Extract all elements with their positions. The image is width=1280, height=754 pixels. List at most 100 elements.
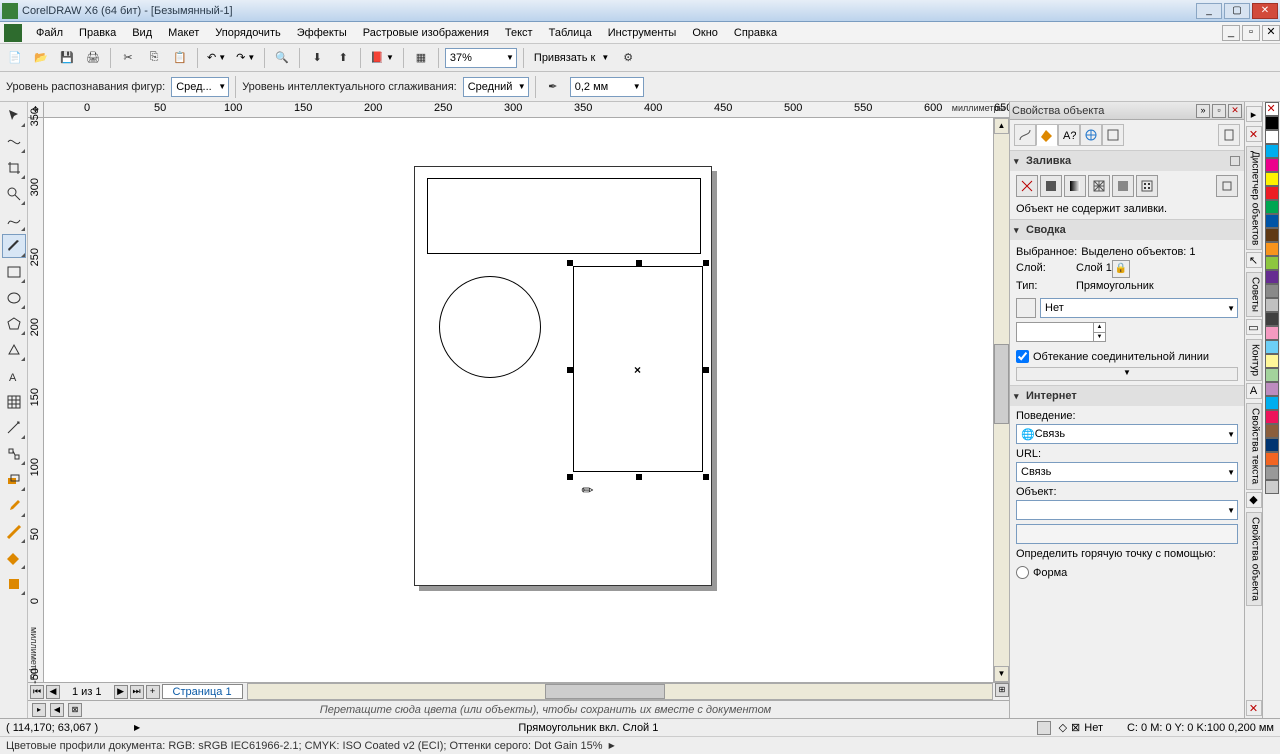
- pattern-fill-button[interactable]: [1088, 175, 1110, 197]
- redo-button[interactable]: ↷▼: [233, 47, 258, 69]
- menu-layout[interactable]: Макет: [160, 24, 207, 42]
- minimize-button[interactable]: _: [1196, 3, 1222, 19]
- last-page-button[interactable]: ⏭: [130, 685, 144, 699]
- freehand-tool[interactable]: [2, 208, 26, 232]
- zoom-level-combo[interactable]: 37%▼: [445, 48, 517, 68]
- options-button[interactable]: ⚙: [617, 47, 639, 69]
- docker-close-button[interactable]: ✕: [1228, 104, 1242, 118]
- vtab-hints[interactable]: Советы: [1246, 272, 1262, 317]
- frame-tab[interactable]: [1102, 124, 1124, 146]
- menu-tools[interactable]: Инструменты: [600, 24, 685, 42]
- doc-minimize-button[interactable]: _: [1222, 25, 1240, 41]
- close-button[interactable]: ✕: [1252, 3, 1278, 19]
- drawing-canvas[interactable]: × ✎: [44, 118, 993, 682]
- eyedropper-tool[interactable]: [2, 494, 26, 518]
- vtab-outline[interactable]: Контур: [1246, 339, 1262, 381]
- menu-edit[interactable]: Правка: [71, 24, 124, 42]
- crop-tool[interactable]: [2, 156, 26, 180]
- menu-bitmaps[interactable]: Растровые изображения: [355, 24, 497, 42]
- target-combo[interactable]: ▼: [1016, 500, 1238, 520]
- doc-restore-button[interactable]: ▫: [1242, 25, 1260, 41]
- pick-tool[interactable]: [2, 104, 26, 128]
- maximize-button[interactable]: ▢: [1224, 3, 1250, 19]
- color-swatch[interactable]: [1265, 480, 1279, 494]
- color-swatch[interactable]: [1265, 368, 1279, 382]
- connector-tool[interactable]: [2, 442, 26, 466]
- layer-lock-button[interactable]: 🔒: [1112, 260, 1130, 278]
- ellipse-tool[interactable]: [2, 286, 26, 310]
- search-content-button[interactable]: 🔍: [271, 47, 293, 69]
- publish-pdf-button[interactable]: 📕▼: [367, 47, 397, 69]
- scroll-thumb[interactable]: [545, 684, 665, 699]
- table-tool[interactable]: [2, 390, 26, 414]
- color-swatch[interactable]: [1265, 144, 1279, 158]
- character-tab[interactable]: A?: [1058, 124, 1080, 146]
- color-swatch[interactable]: [1265, 284, 1279, 298]
- vtab-icon-1[interactable]: ↖: [1246, 252, 1262, 268]
- color-swatch[interactable]: [1265, 270, 1279, 284]
- horizontal-scrollbar[interactable]: [247, 683, 993, 700]
- profiles-expand-icon[interactable]: ▶: [609, 741, 615, 750]
- selection-handle[interactable]: [567, 260, 573, 266]
- drawn-rectangle-top[interactable]: [427, 178, 701, 254]
- color-swatch[interactable]: [1265, 410, 1279, 424]
- texture-fill-button[interactable]: [1112, 175, 1134, 197]
- behavior-combo[interactable]: 🌐 Связь▼: [1016, 424, 1238, 444]
- docker-collapse-button[interactable]: »: [1196, 104, 1210, 118]
- color-swatch[interactable]: [1265, 466, 1279, 480]
- menu-table[interactable]: Таблица: [541, 24, 600, 42]
- connector-wrap-checkbox[interactable]: [1016, 350, 1029, 363]
- prev-page-button[interactable]: ◀: [46, 685, 60, 699]
- save-button[interactable]: 💾: [56, 47, 78, 69]
- print-button[interactable]: 🖨: [82, 47, 104, 69]
- smart-smooth-combo[interactable]: Средний▼: [463, 77, 529, 97]
- undo-button[interactable]: ↶▼: [204, 47, 229, 69]
- color-swatch[interactable]: [1265, 382, 1279, 396]
- palette-menu-button[interactable]: ▸: [32, 703, 46, 717]
- selection-handle[interactable]: [703, 474, 709, 480]
- vtab-icon-4[interactable]: ◆: [1246, 492, 1262, 508]
- menu-window[interactable]: Окно: [684, 24, 726, 42]
- copy-button[interactable]: ⎘: [143, 47, 165, 69]
- color-swatch[interactable]: [1265, 438, 1279, 452]
- interactive-fill-tool[interactable]: [2, 572, 26, 596]
- menu-text[interactable]: Текст: [497, 24, 541, 42]
- horizontal-ruler[interactable]: ✥ -5005010015020025030035040045050055060…: [28, 102, 1009, 118]
- color-swatch[interactable]: [1265, 298, 1279, 312]
- vtab-object-manager[interactable]: Диспетчер объектов: [1246, 146, 1262, 250]
- vtab-icon-2[interactable]: ▭: [1246, 319, 1262, 335]
- color-swatch[interactable]: [1265, 214, 1279, 228]
- color-swatch[interactable]: [1265, 424, 1279, 438]
- color-swatch[interactable]: [1265, 228, 1279, 242]
- menu-view[interactable]: Вид: [124, 24, 160, 42]
- no-color-swatch[interactable]: ✕: [1265, 102, 1279, 116]
- right-docker-close-button[interactable]: ✕: [1246, 126, 1262, 142]
- scroll-up-button[interactable]: ▲: [994, 118, 1009, 134]
- fill-tool[interactable]: [2, 546, 26, 570]
- scroll-thumb[interactable]: [994, 344, 1009, 424]
- outline-tab[interactable]: [1014, 124, 1036, 146]
- rectangle-tool[interactable]: [2, 260, 26, 284]
- palette-prev-button[interactable]: ◀: [50, 703, 64, 717]
- color-swatch[interactable]: [1265, 396, 1279, 410]
- vtab-text-props[interactable]: Свойства текста: [1246, 403, 1262, 489]
- color-swatch[interactable]: [1265, 116, 1279, 130]
- hotspot-shape-radio[interactable]: [1016, 566, 1029, 579]
- interactive-tool[interactable]: [2, 468, 26, 492]
- fill-section-header[interactable]: ▾Заливка: [1010, 151, 1244, 171]
- selection-handle[interactable]: [703, 367, 709, 373]
- url-combo[interactable]: Связь▼: [1016, 462, 1238, 482]
- summary-expand-button[interactable]: ▼: [1016, 367, 1238, 381]
- color-swatch[interactable]: [1265, 256, 1279, 270]
- shape-tool[interactable]: [2, 130, 26, 154]
- outline-tool[interactable]: [2, 520, 26, 544]
- page-tab[interactable]: Страница 1: [162, 684, 243, 699]
- first-page-button[interactable]: ⏮: [30, 685, 44, 699]
- color-swatch[interactable]: [1265, 354, 1279, 368]
- color-swatch[interactable]: [1265, 326, 1279, 340]
- alt-text-field[interactable]: [1016, 524, 1238, 544]
- doc-close-button[interactable]: ✕: [1262, 25, 1280, 41]
- vertical-ruler[interactable]: миллиметры 350300250200150100500-50: [28, 118, 44, 682]
- color-swatch[interactable]: [1265, 312, 1279, 326]
- smart-drawing-tool[interactable]: [2, 234, 26, 258]
